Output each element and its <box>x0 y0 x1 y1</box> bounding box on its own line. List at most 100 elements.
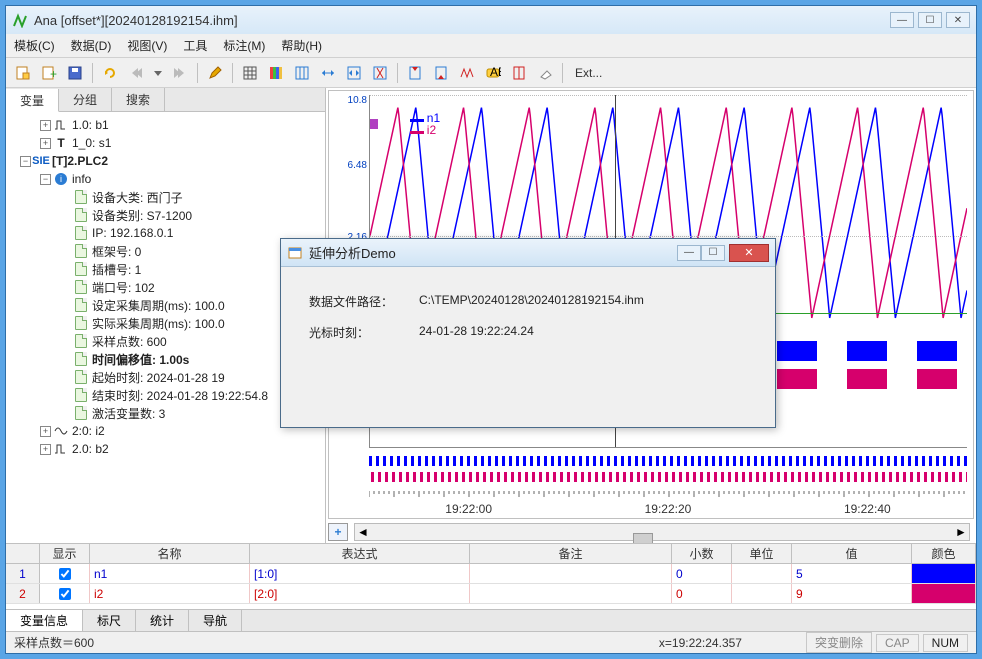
tb-dropdown-icon[interactable] <box>151 62 165 84</box>
col-value[interactable]: 值 <box>792 544 912 563</box>
btab-stats[interactable]: 统计 <box>136 610 189 631</box>
btab-varinfo[interactable]: 变量信息 <box>6 610 83 631</box>
tab-search[interactable]: 搜索 <box>112 88 165 111</box>
tree-item[interactable]: 激活变量数: 3 <box>92 405 165 422</box>
tb-vcursor-icon[interactable] <box>291 62 313 84</box>
tree-item[interactable]: 插槽号: 1 <box>92 261 141 278</box>
tb-wave-icon[interactable] <box>456 62 478 84</box>
menu-help[interactable]: 帮助(H) <box>281 37 322 54</box>
tb-add-icon[interactable]: + <box>38 62 60 84</box>
status-samples: 采样点数＝600 <box>14 634 94 651</box>
col-show[interactable]: 显示 <box>40 544 90 563</box>
tb-palette-icon[interactable] <box>265 62 287 84</box>
table-row[interactable]: 1 n1 [1:0] 0 5 <box>6 564 976 584</box>
col-index[interactable] <box>6 544 40 563</box>
tree-item[interactable]: 端口号: 102 <box>92 279 155 296</box>
tree-item[interactable]: 结束时刻: 2024-01-28 19:22:54.8 <box>92 387 268 404</box>
svg-text:AB: AB <box>490 65 501 79</box>
tree-view[interactable]: +1.0: b1 +T1_0: s1 −SIE[T]2.PLC2 −iinfo … <box>6 112 325 543</box>
tb-flag-icon[interactable] <box>508 62 530 84</box>
menu-template[interactable]: 模板(C) <box>14 37 55 54</box>
tree-item[interactable]: 设定采集周期(ms): 100.0 <box>92 297 225 314</box>
tree-item[interactable]: 2.0: b2 <box>72 442 109 456</box>
collapse-icon[interactable]: − <box>20 156 31 167</box>
expand-icon[interactable]: + <box>40 426 51 437</box>
tb-prev-icon[interactable] <box>125 62 147 84</box>
doc-icon <box>74 352 88 366</box>
tree-item[interactable]: 实际采集周期(ms): 100.0 <box>92 315 225 332</box>
tb-marker2-icon[interactable] <box>430 62 452 84</box>
col-dec[interactable]: 小数 <box>672 544 732 563</box>
y-tick: 6.48 <box>333 160 367 171</box>
col-color[interactable]: 颜色 <box>912 544 976 563</box>
tb-save-icon[interactable] <box>64 62 86 84</box>
close-button[interactable]: ✕ <box>946 12 970 28</box>
color-swatch[interactable] <box>912 564 975 583</box>
toolbar: + AB Ext... <box>6 58 976 88</box>
tb-zoomin-icon[interactable] <box>369 62 391 84</box>
dialog-minimize-button[interactable]: — <box>677 245 701 261</box>
expand-icon[interactable]: + <box>40 444 51 455</box>
btab-nav[interactable]: 导航 <box>189 610 242 631</box>
tree-item[interactable]: IP: 192.168.0.1 <box>92 226 173 240</box>
x-axis: 19:22:00 19:22:20 19:22:40 <box>369 488 967 518</box>
col-note[interactable]: 备注 <box>470 544 672 563</box>
maximize-button[interactable]: ☐ <box>918 12 942 28</box>
tree-item-plc[interactable]: [T]2.PLC2 <box>52 154 108 168</box>
tab-groups[interactable]: 分组 <box>59 88 112 111</box>
tree-item[interactable]: 1_0: s1 <box>72 136 111 150</box>
add-axis-button[interactable]: + <box>328 523 348 541</box>
time-scrollbar[interactable]: ◄ ► <box>354 523 970 541</box>
doc-icon <box>74 370 88 384</box>
tb-edit-icon[interactable] <box>204 62 226 84</box>
status-cap: CAP <box>876 634 919 652</box>
tree-item[interactable]: 设备大类: 西门子 <box>92 189 183 206</box>
tb-grid-icon[interactable] <box>239 62 261 84</box>
tb-next-icon[interactable] <box>169 62 191 84</box>
tree-item[interactable]: 起始时刻: 2024-01-28 19 <box>92 369 225 386</box>
tree-item-offset[interactable]: 时间偏移值: 1.00s <box>92 351 189 368</box>
tree-item[interactable]: 1.0: b1 <box>72 118 109 132</box>
tb-label-icon[interactable]: AB <box>482 62 504 84</box>
col-expr[interactable]: 表达式 <box>250 544 470 563</box>
menu-tools[interactable]: 工具 <box>183 37 207 54</box>
marker-icon[interactable] <box>369 119 378 129</box>
table-row[interactable]: 2 i2 [2:0] 0 9 <box>6 584 976 604</box>
menu-view[interactable]: 视图(V) <box>127 37 167 54</box>
status-mutate-delete[interactable]: 突变删除 <box>806 632 872 653</box>
col-unit[interactable]: 单位 <box>732 544 792 563</box>
tree-item[interactable]: 框架号: 0 <box>92 243 141 260</box>
expand-icon[interactable]: + <box>40 120 51 131</box>
dialog-maximize-button[interactable]: ☐ <box>701 245 725 261</box>
tree-item[interactable]: 2:0: i2 <box>72 424 105 438</box>
minimize-button[interactable]: — <box>890 12 914 28</box>
dialog-close-button[interactable]: ✕ <box>729 244 769 262</box>
tb-hrange-icon[interactable] <box>317 62 339 84</box>
expand-icon[interactable]: + <box>40 138 51 149</box>
tb-refresh-icon[interactable] <box>99 62 121 84</box>
sine-icon <box>54 424 68 438</box>
tb-eraser-icon[interactable] <box>534 62 556 84</box>
tb-new-icon[interactable] <box>12 62 34 84</box>
app-icon <box>12 12 28 28</box>
menu-data[interactable]: 数据(D) <box>71 37 112 54</box>
show-checkbox[interactable] <box>59 568 71 580</box>
statusbar: 采样点数＝600 x=19:22:24.357 突变删除 CAP NUM <box>6 631 976 653</box>
tab-variables[interactable]: 变量 <box>6 89 59 112</box>
info-icon: i <box>54 172 68 186</box>
menu-annotate[interactable]: 标注(M) <box>223 37 265 54</box>
window-title: Ana [offset*][20240128192154.ihm] <box>34 13 890 28</box>
color-swatch[interactable] <box>912 584 975 603</box>
tb-zoomout-icon[interactable] <box>343 62 365 84</box>
col-name[interactable]: 名称 <box>90 544 250 563</box>
tree-item[interactable]: 设备类别: S7-1200 <box>92 207 192 224</box>
tb-marker1-icon[interactable] <box>404 62 426 84</box>
tree-item-info[interactable]: info <box>72 172 91 186</box>
doc-icon <box>74 334 88 348</box>
btab-ruler[interactable]: 标尺 <box>83 610 136 631</box>
show-checkbox[interactable] <box>59 588 71 600</box>
collapse-icon[interactable]: − <box>40 174 51 185</box>
legend-i2: i2 <box>410 123 436 137</box>
toolbar-ext-button[interactable]: Ext... <box>575 66 602 80</box>
tree-item[interactable]: 采样点数: 600 <box>92 333 167 350</box>
